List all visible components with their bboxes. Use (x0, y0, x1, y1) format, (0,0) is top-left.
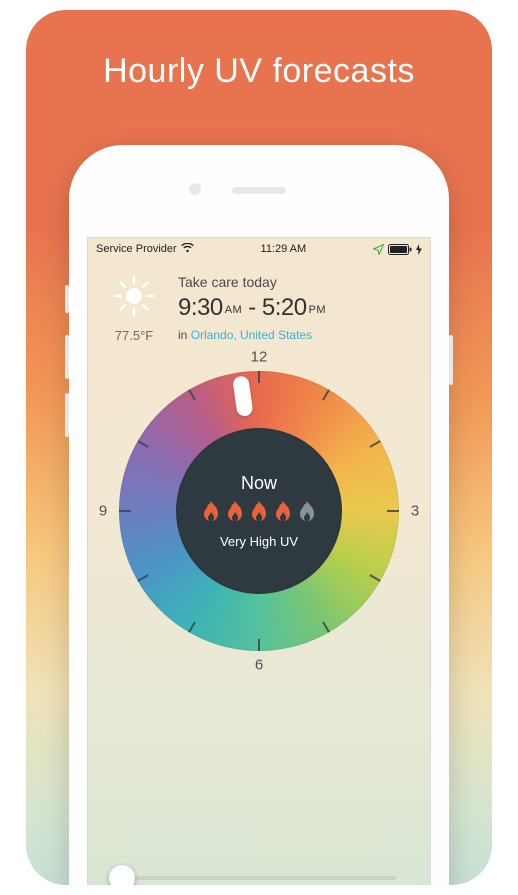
clock-tick (188, 389, 196, 400)
uv-level-label: Very High UV (220, 534, 298, 549)
time-end: 5:20 (262, 294, 307, 321)
promo-frame: Hourly UV forecasts Service Provider (0, 0, 518, 895)
slider-thumb[interactable] (109, 865, 135, 885)
location-icon (373, 244, 384, 255)
location-link[interactable]: Orlando, United States (191, 328, 312, 342)
clock-tick (188, 621, 196, 632)
phone-screen: Service Provider 11:29 AM (87, 237, 431, 885)
clock-tick (137, 440, 148, 448)
clock-tick (137, 574, 148, 582)
clock-tick (119, 510, 131, 512)
clock-num-12: 12 (249, 349, 269, 366)
care-label: Take care today (178, 274, 414, 290)
flame-icon (272, 500, 294, 526)
phone-power-button (449, 335, 453, 385)
header: 77.5°F Take care today 9:30AM - 5:20PM i… (88, 260, 430, 353)
charging-icon (416, 244, 422, 255)
flame-icon (200, 500, 222, 526)
clock-center: Now Very High UV (176, 428, 342, 594)
status-time: 11:29 AM (261, 243, 307, 255)
clock-tick (387, 510, 399, 512)
clock-tick (258, 639, 260, 651)
phone-mute-switch (65, 285, 69, 313)
status-right (373, 244, 422, 255)
uv-clock[interactable]: Now Very High UV 12 3 6 9 (119, 371, 399, 651)
phone-volume-down (65, 393, 69, 437)
phone-camera (189, 183, 201, 195)
status-bar: Service Provider 11:29 AM (88, 238, 430, 260)
promo-card: Hourly UV forecasts Service Provider (26, 10, 492, 885)
time-start-ampm: AM (225, 304, 242, 316)
promo-title: Hourly UV forecasts (26, 52, 492, 91)
clock-num-9: 9 (93, 503, 113, 520)
time-sep: - (242, 294, 262, 321)
slider-track[interactable] (122, 876, 396, 880)
clock-num-3: 3 (405, 503, 425, 520)
clock-num-6: 6 (249, 657, 269, 674)
time-end-ampm: PM (309, 304, 326, 316)
header-right: Take care today 9:30AM - 5:20PM in Orlan… (178, 274, 414, 343)
clock-tick (322, 389, 330, 400)
flame-icon (224, 500, 246, 526)
temperature: 77.5°F (104, 328, 164, 343)
flame-icon (296, 500, 318, 526)
battery-icon (388, 244, 412, 255)
location-line: in Orlando, United States (178, 328, 414, 342)
phone-speaker (232, 187, 286, 194)
phone-volume-up (65, 335, 69, 379)
phone-device: Service Provider 11:29 AM (69, 145, 449, 885)
time-start: 9:30 (178, 294, 223, 321)
uv-flames (200, 500, 318, 526)
day-slider[interactable]: Today Tomorrow (88, 876, 430, 885)
clock-tick (258, 371, 260, 383)
wifi-icon (181, 243, 194, 256)
sun-icon (112, 274, 156, 318)
now-label: Now (241, 473, 277, 494)
in-label: in (178, 328, 191, 342)
carrier-label: Service Provider (96, 243, 177, 255)
header-left: 77.5°F (104, 274, 164, 343)
clock-tick (369, 574, 380, 582)
time-range: 9:30AM - 5:20PM (178, 294, 414, 322)
status-left: Service Provider (96, 243, 194, 256)
clock-tick (322, 621, 330, 632)
flame-icon (248, 500, 270, 526)
clock-tick (369, 440, 380, 448)
